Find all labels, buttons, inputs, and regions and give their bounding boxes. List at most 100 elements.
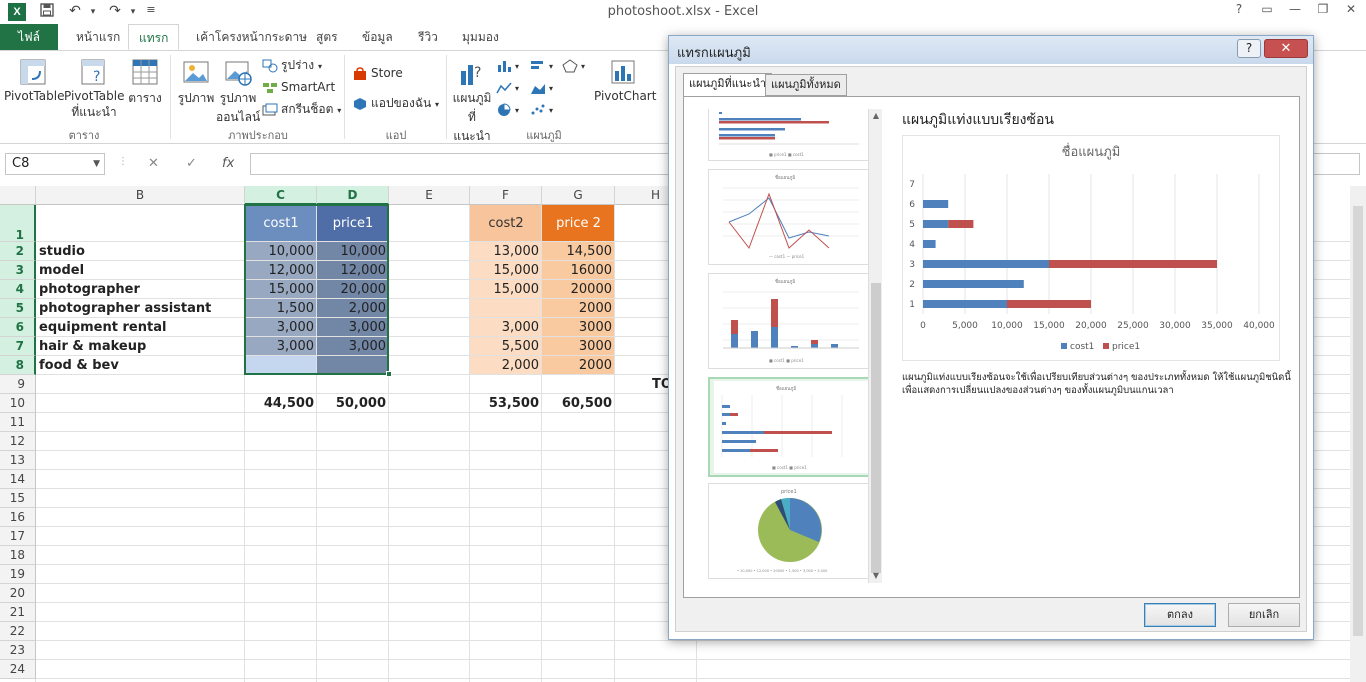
price2-value[interactable]: 3000 [542, 318, 615, 337]
tab-all-charts[interactable]: แผนภูมิทั้งหมด [765, 74, 847, 96]
total-price1[interactable]: 50,000 [317, 394, 389, 413]
row-header-8[interactable]: 8 [0, 356, 36, 375]
row-header-3[interactable]: 3 [0, 261, 36, 280]
help-icon[interactable]: ? [1228, 2, 1250, 20]
row-header-1[interactable]: 1 [0, 205, 36, 242]
row-header-24[interactable]: 24 [0, 660, 36, 679]
row-header-7[interactable]: 7 [0, 337, 36, 356]
row-header-12[interactable]: 12 [0, 432, 36, 451]
cost2-value[interactable]: 3,000 [470, 318, 542, 337]
price2-value[interactable]: 14,500 [542, 242, 615, 261]
row-header-20[interactable]: 20 [0, 584, 36, 603]
chart-thumbnail-pie[interactable]: price1 • 10,000 • 12,000 • 20000 • 1,500… [708, 483, 874, 579]
row-header-19[interactable]: 19 [0, 565, 36, 584]
row-header-10[interactable]: 10 [0, 394, 36, 413]
tab-recommended-charts[interactable]: แผนภูมิที่แนะนำ [683, 73, 773, 97]
item-name[interactable]: photographer assistant [36, 299, 245, 318]
column-header-b[interactable]: B [36, 186, 245, 205]
cancel-icon[interactable]: ✕ [148, 156, 159, 171]
recommended-pivottable-button[interactable]: ? PivotTable ที่แนะนำ [64, 57, 125, 122]
row-header-9[interactable]: 9 [0, 375, 36, 394]
row-header-15[interactable]: 15 [0, 489, 36, 508]
dialog-title-bar[interactable]: แทรกแผนภูมิ ? ✕ [669, 36, 1313, 64]
column-header-e[interactable]: E [389, 186, 470, 205]
pivotchart-button[interactable]: PivotChart [594, 57, 656, 103]
tab-home[interactable]: หน้าแรก [66, 24, 130, 50]
ok-button[interactable]: ตกลง [1144, 603, 1216, 627]
tab-page-layout[interactable]: เค้าโครงหน้ากระดาษ [186, 24, 317, 50]
row-header-23[interactable]: 23 [0, 641, 36, 660]
price2-value[interactable]: 3000 [542, 337, 615, 356]
header-price2[interactable]: price 2 [542, 205, 615, 242]
pie-chart-button[interactable]: ▾ [496, 99, 519, 119]
thumbnail-scrollbar[interactable]: ▲ ▼ [868, 109, 882, 583]
scroll-up-icon[interactable]: ▲ [869, 111, 883, 120]
item-name[interactable]: studio [36, 242, 245, 261]
chart-thumbnail-stacked-bar[interactable]: ชื่อแผนภูมิ ■ cost1 ■ price1 [708, 377, 874, 477]
ribbon-options-icon[interactable]: ▭ [1256, 2, 1278, 20]
row-header-4[interactable]: 4 [0, 280, 36, 299]
tab-insert[interactable]: แทรก [128, 24, 180, 50]
row-header-14[interactable]: 14 [0, 470, 36, 489]
row-header-6[interactable]: 6 [0, 318, 36, 337]
smartart-button[interactable]: SmartArt [262, 77, 335, 97]
area-chart-button[interactable]: ▾ [530, 77, 553, 97]
scatter-chart-button[interactable]: ▾ [530, 99, 553, 119]
column-header-d[interactable]: D [317, 186, 389, 205]
price2-value[interactable]: 16000 [542, 261, 615, 280]
vertical-scrollbar[interactable] [1350, 186, 1366, 682]
row-header-17[interactable]: 17 [0, 527, 36, 546]
screenshot-button[interactable]: สกรีนช็อต ▾ [262, 99, 341, 119]
row-header-18[interactable]: 18 [0, 546, 36, 565]
cancel-button[interactable]: ยกเลิก [1228, 603, 1300, 627]
picture-button[interactable]: รูปภาพ [176, 57, 216, 108]
bar-chart-button[interactable]: ▾ [530, 55, 553, 75]
chevron-down-icon[interactable]: ▼ [93, 154, 100, 174]
total-cost1[interactable]: 44,500 [245, 394, 317, 413]
price2-value[interactable]: 2000 [542, 299, 615, 318]
chart-thumbnail-stacked-column[interactable]: ชื่อแผนภูมิ ■ cost1 ■ price1 [708, 273, 874, 369]
header-cost2[interactable]: cost2 [470, 205, 542, 242]
total-cost2[interactable]: 53,500 [470, 394, 542, 413]
item-name[interactable]: hair & makeup [36, 337, 245, 356]
chart-thumbnail-line[interactable]: ชื่อแผนภูมิ — cost1 — price1 [708, 169, 874, 265]
cost2-value[interactable]: 2,000 [470, 356, 542, 375]
tab-formulas[interactable]: สูตร [306, 24, 348, 50]
online-picture-button[interactable]: รูปภาพ ออนไลน์ [216, 57, 260, 127]
row-header-16[interactable]: 16 [0, 508, 36, 527]
close-window-icon[interactable]: ✕ [1340, 2, 1362, 20]
price2-value[interactable]: 2000 [542, 356, 615, 375]
maximize-icon[interactable]: ❐ [1312, 2, 1334, 20]
cost2-value[interactable]: 15,000 [470, 280, 542, 299]
pivottable-button[interactable]: PivotTable [4, 57, 65, 103]
tab-data[interactable]: ข้อมูล [352, 24, 403, 50]
tab-file[interactable]: ไฟล์ [0, 24, 58, 50]
row-header-22[interactable]: 22 [0, 622, 36, 641]
dialog-help-button[interactable]: ? [1237, 39, 1261, 58]
tab-view[interactable]: มุมมอง [452, 24, 509, 50]
scroll-down-icon[interactable]: ▼ [869, 571, 883, 580]
column-header-g[interactable]: G [542, 186, 615, 205]
row-header-13[interactable]: 13 [0, 451, 36, 470]
column-header-c[interactable]: C [245, 186, 317, 205]
insert-function-icon[interactable]: fx [222, 156, 234, 171]
cost2-value[interactable] [470, 299, 542, 318]
item-name[interactable]: equipment rental [36, 318, 245, 337]
row-header-21[interactable]: 21 [0, 603, 36, 622]
column-header-f[interactable]: F [470, 186, 542, 205]
table-button[interactable]: ตาราง [126, 57, 164, 108]
cost2-value[interactable]: 15,000 [470, 261, 542, 280]
my-apps-button[interactable]: แอปของฉัน ▾ [352, 93, 439, 113]
select-all-corner[interactable] [0, 186, 36, 205]
minimize-icon[interactable]: — [1284, 2, 1306, 20]
row-header-2[interactable]: 2 [0, 242, 36, 261]
cost2-value[interactable]: 5,500 [470, 337, 542, 356]
item-name[interactable]: photographer [36, 280, 245, 299]
store-button[interactable]: Store [352, 63, 403, 83]
row-header-5[interactable]: 5 [0, 299, 36, 318]
radar-chart-button[interactable]: ▾ [562, 55, 585, 75]
tab-review[interactable]: รีวิว [408, 24, 448, 50]
scroll-thumb[interactable] [871, 283, 881, 573]
dialog-close-button[interactable]: ✕ [1264, 39, 1308, 58]
name-box[interactable]: C8 ▼ [5, 153, 105, 175]
